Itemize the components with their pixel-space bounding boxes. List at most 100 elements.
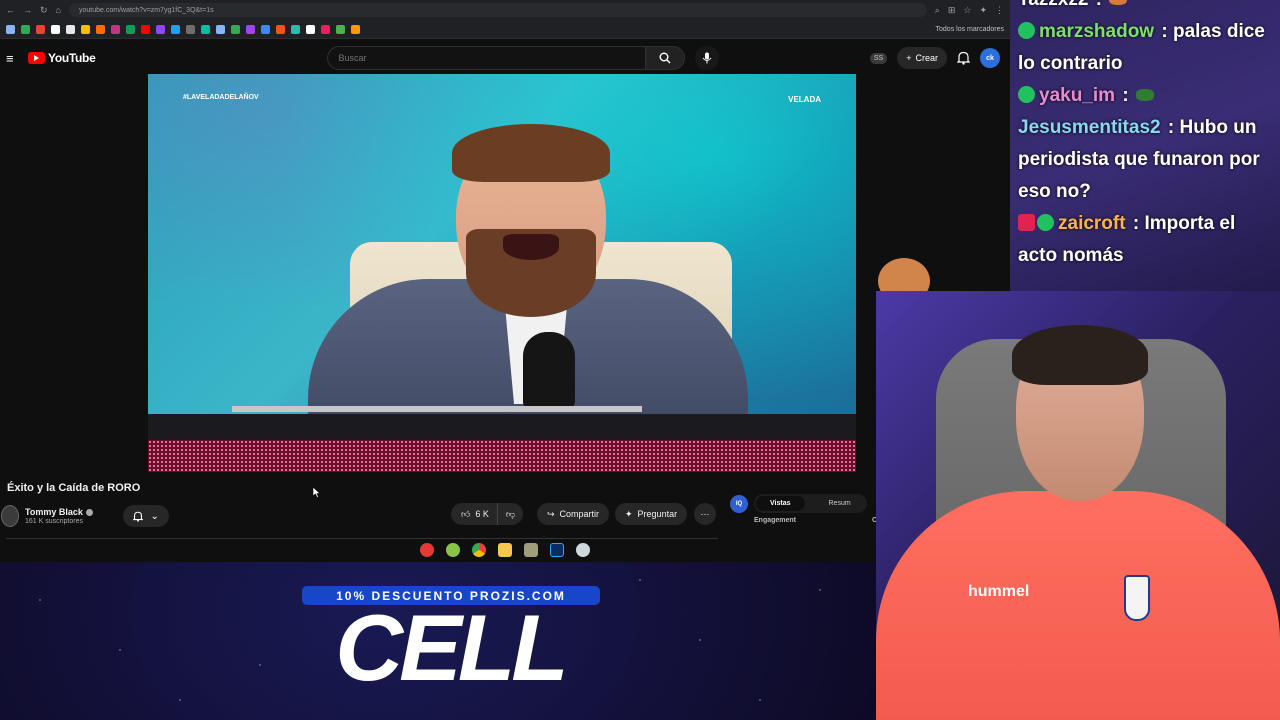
webcam-person-body [876,491,1280,720]
search-button[interactable] [645,46,686,70]
share-label: Compartir [559,509,600,519]
bell-icon [132,511,143,522]
home-icon[interactable]: ⌂ [56,5,61,15]
bookmark-icon[interactable] [66,24,75,34]
bookmark-icon[interactable] [96,24,105,34]
bookmark-icon[interactable] [141,24,150,34]
bookmark-icon[interactable] [201,24,210,34]
more-icon: ⋯ [700,508,710,519]
bookmark-icon[interactable] [126,24,135,34]
share-button[interactable]: ↪ Compartir [537,503,610,525]
menu-icon[interactable]: ⋮ [995,5,1004,16]
bookmark-icon[interactable] [36,24,45,34]
search-input[interactable] [327,46,646,70]
extension-tabs: Vistas Resum [754,494,867,513]
chevron-down-icon: ⌄ [150,510,159,522]
dislike-button[interactable]: 👎︎ [497,503,524,525]
reload-icon[interactable]: ↻ [40,5,48,16]
taskbar-divider [6,538,718,539]
os-taskbar [420,543,590,557]
chrome-icon[interactable] [472,543,486,557]
hamburger-menu-icon[interactable]: ≡ [6,51,18,66]
ask-label: Preguntar [637,509,678,519]
bookmark-icon[interactable] [276,24,285,34]
like-button[interactable]: 👍︎ 6 K [451,503,498,525]
bookmark-icon[interactable] [246,24,255,34]
extension-icon[interactable]: ✦ [979,5,987,16]
bookmark-icon[interactable] [21,24,30,34]
video-person-mouth [503,234,559,260]
extension-logo[interactable]: IQ [730,494,748,513]
video-microphone [523,332,575,408]
search-icon [659,52,671,64]
chat-message: zaicroft : Importa el acto nomás [1018,213,1236,266]
ss-badge[interactable]: SS [869,52,888,64]
photoshop-icon[interactable] [550,543,564,557]
gem-badge-icon [1018,214,1035,231]
channel-name-text: Tommy Black [25,507,83,517]
bookmark-icon[interactable] [186,24,195,34]
bookmark-icon[interactable] [171,24,180,34]
bookmarks-folder[interactable]: Todos los marcadores [936,26,1004,33]
channel-avatar[interactable] [1,505,19,527]
plus-icon: + [906,53,912,63]
promo-product-name: CELL [335,595,568,700]
bookmark-icon[interactable] [81,24,90,34]
browser-tools: ⌕ ⊞ ☆ ✦ ⋮ [935,5,1004,16]
chat-message: Jesusmentitas2 : Hubo un periodista que … [1018,117,1260,202]
bookmark-icon[interactable] [231,24,240,34]
tab-views[interactable]: Vistas [756,496,805,511]
bookmark-icon[interactable] [261,24,270,34]
subscriber-badge-icon [1018,86,1035,103]
bookmark-icon[interactable] [336,24,345,34]
bookmark-icon[interactable] [321,24,330,34]
youtube-logo[interactable]: YouTube [28,51,96,65]
ask-button[interactable]: ✦ Preguntar [615,503,688,525]
extension-labels: Engagement Outlie [730,517,892,524]
bookmark-icon[interactable] [111,24,120,34]
bookmark-icon[interactable] [216,24,225,34]
notifications-bell-icon[interactable] [957,51,970,65]
mouse-cursor-icon [313,487,321,498]
youtube-play-icon [28,52,45,64]
emote-icon [1135,89,1154,101]
app-globe-icon[interactable] [576,543,590,557]
bookmark-icon[interactable] [306,24,315,34]
extension-header: IQ Vistas Resum [730,494,880,513]
video-person-hair [452,124,610,182]
zoom-icon[interactable]: ⌕ [935,5,940,16]
video-desk-rail [232,406,642,412]
like-count: 6 K [475,509,489,519]
url-field[interactable]: youtube.com/watch?v=zm7yg1fC_3Q&t=1s [68,3,927,17]
video-player[interactable]: #LAVELADADELAÑOV VELADA [148,74,856,472]
account-avatar[interactable]: ck [980,48,1000,68]
bookmark-icon[interactable] [351,24,360,34]
youtube-header: ≡ YouTube SS + [0,39,1010,77]
bookmark-icon[interactable] [156,24,165,34]
chat-message: yaku_im : [1018,80,1272,112]
bookmark-icon[interactable] [6,24,15,34]
back-icon[interactable]: ← [6,5,15,15]
install-icon[interactable]: ⊞ [948,5,956,16]
more-actions-button[interactable]: ⋯ [694,503,716,525]
create-button[interactable]: + Crear [897,47,947,69]
chat-username: yaku_im [1039,85,1116,106]
chat-username: Jesusmentitas2 [1018,117,1161,138]
chat-username: zaicroft [1058,213,1126,234]
bookmark-icon[interactable] [291,24,300,34]
bookmark-icon[interactable] [51,24,60,34]
app-spotify-icon[interactable] [446,543,460,557]
subscription-bell-button[interactable]: ⌄ [122,505,169,527]
thumbs-up-icon: 👍︎ [461,508,471,519]
create-label: Crear [915,53,938,63]
app-cube-icon[interactable] [524,543,538,557]
folder-icon[interactable] [498,543,512,557]
channel-name[interactable]: Tommy Black [25,507,93,517]
app-record-icon[interactable] [420,543,434,557]
star-icon[interactable]: ☆ [963,5,971,16]
bookmarks-bar: Todos los marcadores [0,20,1010,39]
tab-summary[interactable]: Resum [815,496,865,511]
channel-info: Tommy Black 161 K suscriptores [25,507,93,525]
forward-icon[interactable]: → [23,5,32,15]
voice-search-button[interactable] [695,46,720,70]
